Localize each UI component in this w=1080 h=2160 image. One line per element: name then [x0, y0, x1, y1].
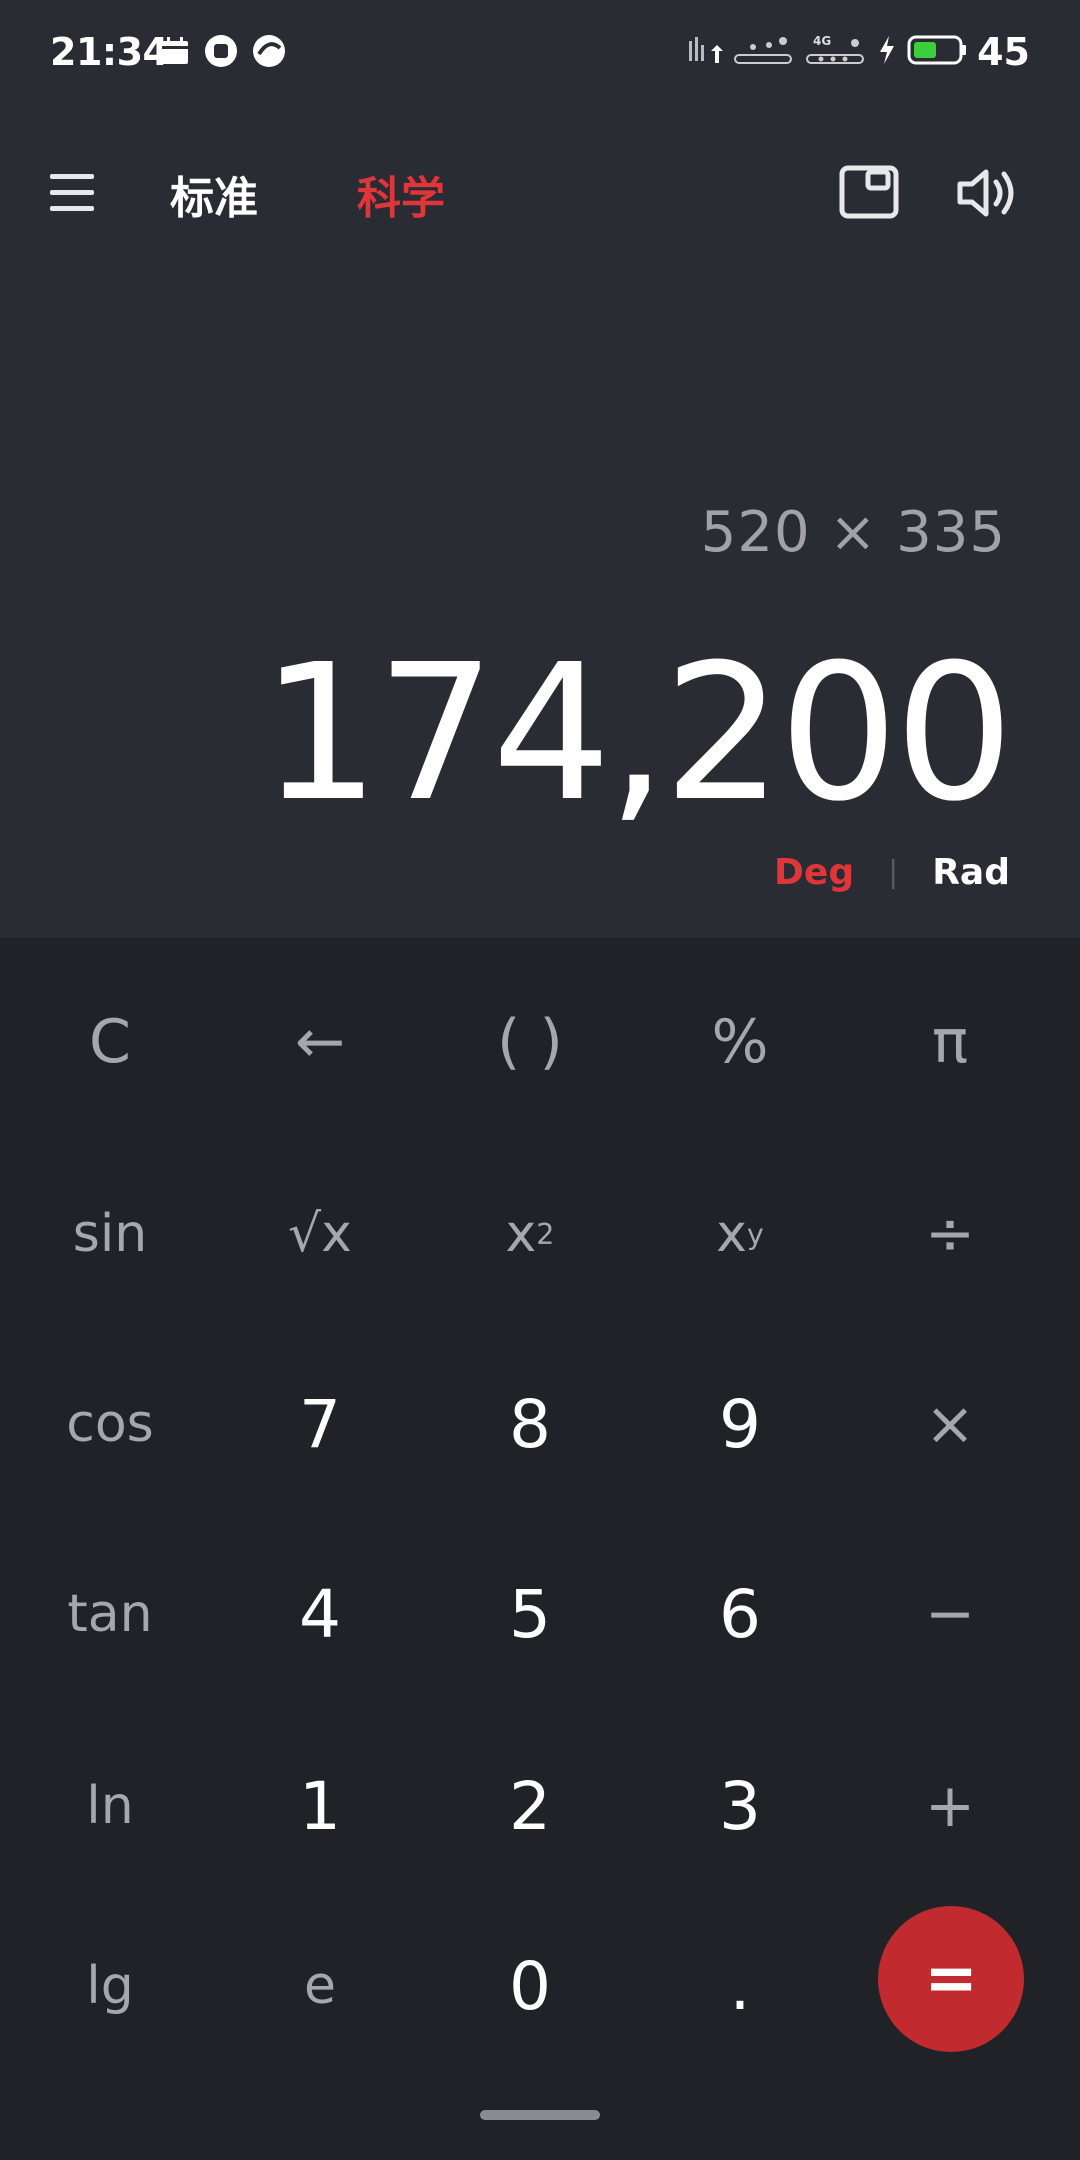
multiply-button[interactable]: ×	[860, 1354, 1040, 1494]
digit-6-button[interactable]: 6	[650, 1544, 830, 1684]
lg-button[interactable]: lg	[20, 1916, 200, 2056]
home-indicator[interactable]	[480, 2110, 600, 2120]
cos-button[interactable]: cos	[20, 1354, 200, 1494]
sqrt-button[interactable]: √x	[230, 1164, 410, 1304]
digit-9-button[interactable]: 9	[650, 1354, 830, 1494]
percent-button[interactable]: %	[650, 972, 830, 1112]
power-button[interactable]: xy	[650, 1164, 830, 1304]
hamburger-menu-icon[interactable]	[46, 166, 100, 220]
divide-button[interactable]: ÷	[860, 1164, 1040, 1304]
expression-display: 520 × 335	[700, 500, 1006, 565]
digit-8-button[interactable]: 8	[440, 1354, 620, 1494]
minus-button[interactable]: −	[860, 1544, 1040, 1684]
wifi-icon	[733, 33, 795, 71]
result-display: 174,200	[260, 624, 1014, 843]
deg-toggle[interactable]: Deg	[774, 852, 854, 893]
pi-button[interactable]: π	[860, 972, 1040, 1112]
digit-0-button[interactable]: 0	[440, 1916, 620, 2056]
decimal-point-button[interactable]: .	[650, 1916, 830, 2056]
sound-icon[interactable]	[956, 164, 1022, 222]
svg-text:4G: 4G	[813, 34, 831, 48]
calendar-icon	[160, 36, 190, 70]
digit-1-button[interactable]: 1	[230, 1736, 410, 1876]
digit-4-button[interactable]: 4	[230, 1544, 410, 1684]
power-base: x	[716, 1204, 747, 1264]
status-time: 21:34	[50, 30, 169, 74]
signal-icon	[687, 33, 724, 71]
battery-icon	[907, 34, 967, 70]
digit-7-button[interactable]: 7	[230, 1354, 410, 1494]
browser-icon	[252, 34, 286, 72]
rad-toggle[interactable]: Rad	[932, 852, 1010, 893]
square-button[interactable]: x2	[440, 1164, 620, 1304]
plus-button[interactable]: +	[860, 1736, 1040, 1876]
square-base: x	[505, 1204, 537, 1264]
battery-level: 45	[977, 30, 1030, 74]
digit-3-button[interactable]: 3	[650, 1736, 830, 1876]
ln-button[interactable]: ln	[20, 1736, 200, 1876]
euler-e-button[interactable]: e	[230, 1916, 410, 2056]
sin-button[interactable]: sin	[20, 1164, 200, 1304]
tab-scientific[interactable]: 科学	[357, 162, 445, 226]
floating-window-icon[interactable]	[838, 164, 902, 222]
backspace-button[interactable]: ←	[230, 972, 410, 1112]
parentheses-button[interactable]: ( )	[440, 972, 620, 1112]
tab-standard[interactable]: 标准	[170, 162, 258, 226]
digit-5-button[interactable]: 5	[440, 1544, 620, 1684]
digit-2-button[interactable]: 2	[440, 1736, 620, 1876]
app-icon	[204, 34, 238, 72]
angle-mode-switch: Deg | Rad	[774, 852, 1010, 893]
clear-button[interactable]: C	[20, 972, 200, 1112]
network-4g-icon: 4G	[805, 33, 867, 71]
tan-button[interactable]: tan	[20, 1544, 200, 1684]
status-bar: 21:34 4G 45	[0, 0, 1080, 108]
equals-button[interactable]: =	[878, 1906, 1024, 2052]
angle-separator: |	[888, 855, 899, 890]
charging-icon	[877, 34, 897, 70]
